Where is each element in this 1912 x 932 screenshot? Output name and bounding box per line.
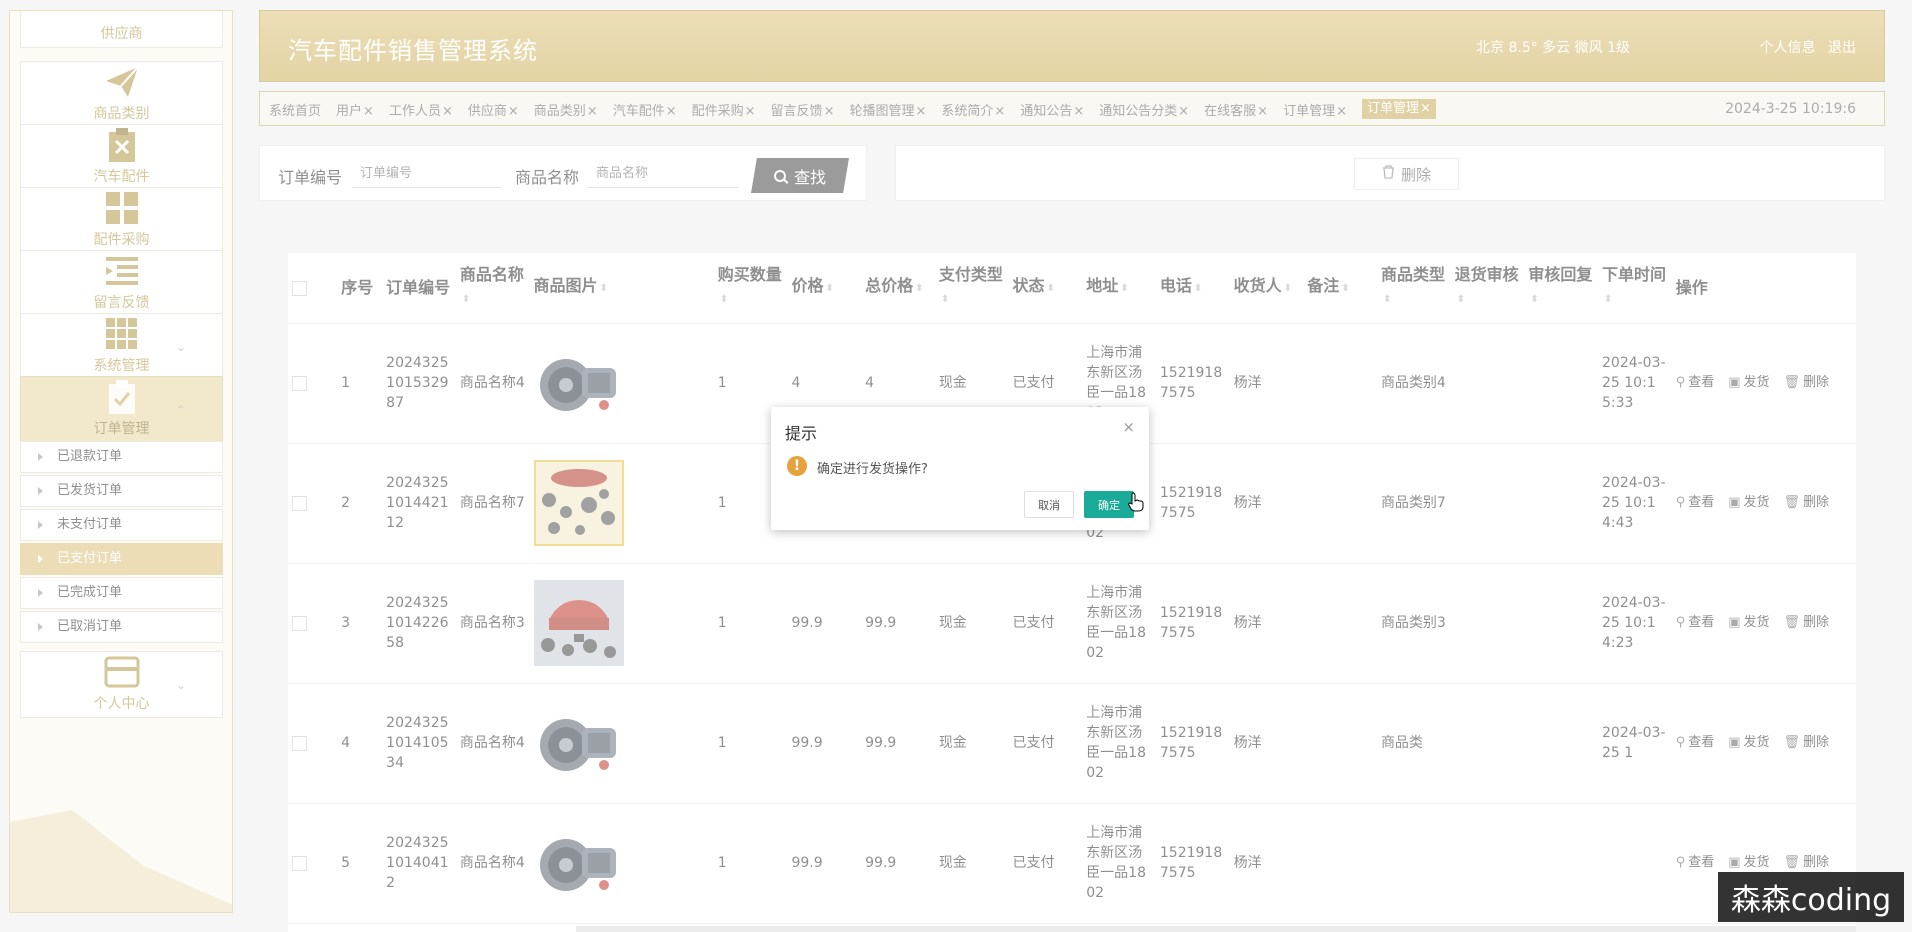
dialog-title: 提示: [785, 424, 818, 443]
warning-icon: !: [787, 456, 807, 476]
hand-cursor-icon: [1128, 492, 1144, 516]
dialog-message: 确定进行发货操作?: [817, 462, 928, 477]
cancel-button[interactable]: 取消: [1024, 491, 1074, 518]
watermark: 森森coding: [1718, 872, 1904, 922]
confirm-button[interactable]: 确定: [1084, 491, 1134, 518]
confirm-dialog: 提示 × ! 确定进行发货操作? 取消 确定: [771, 407, 1149, 530]
close-icon[interactable]: ×: [1122, 418, 1135, 436]
